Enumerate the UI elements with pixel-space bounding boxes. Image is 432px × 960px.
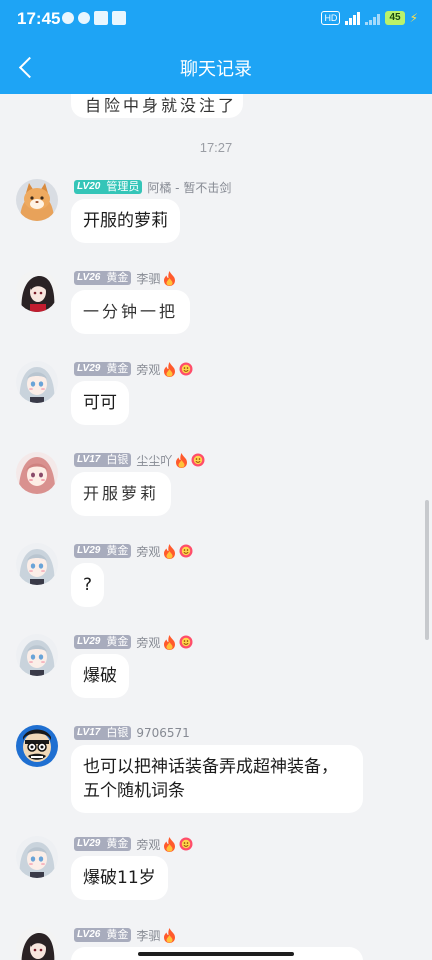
notification-icon xyxy=(78,12,90,24)
message-meta: LV26 黄金 李驷 xyxy=(74,927,176,943)
sender-nickname[interactable]: 旁观 xyxy=(136,634,160,651)
home-indicator[interactable] xyxy=(138,952,294,956)
user-avatar[interactable] xyxy=(16,927,58,960)
rank-badge: 黄金 xyxy=(103,544,132,558)
fire-icon xyxy=(163,362,176,377)
sender-nickname[interactable]: 尘尘吖 xyxy=(136,452,172,469)
message-meta: LV17 白银 9706571 xyxy=(74,725,190,741)
message-bubble[interactable]: 一分钟一把 xyxy=(71,290,191,334)
message-bubble[interactable]: 开服的萝莉 xyxy=(71,199,180,243)
rank-badge: 黄金 xyxy=(103,635,132,649)
message-meta: LV29 黄金 旁观 xyxy=(74,836,193,852)
sender-nickname[interactable]: 李驷 xyxy=(136,927,160,944)
signal-icon xyxy=(365,12,381,25)
message-meta: LV29 黄金 旁观 xyxy=(74,361,193,377)
status-bar: 17:45 HD 45 ⚡ xyxy=(0,0,432,40)
level-badge: LV29 xyxy=(74,544,104,558)
status-system-icons: HD 45 ⚡ xyxy=(321,11,418,25)
network-type-icon: HD xyxy=(321,11,341,25)
level-badge: LV26 xyxy=(74,271,104,285)
fire-icon xyxy=(163,928,176,943)
fire-icon xyxy=(163,544,176,559)
message-meta: LV26 黄金 李驷 xyxy=(74,270,176,286)
user-avatar[interactable] xyxy=(16,179,58,221)
level-badge: LV17 xyxy=(74,726,104,740)
battery-icon: 45 xyxy=(385,11,405,25)
fire-icon xyxy=(175,453,188,468)
level-badge: LV29 xyxy=(74,635,104,649)
level-badge: LV26 xyxy=(74,928,104,942)
signal-icon xyxy=(345,11,361,25)
charging-icon: ⚡ xyxy=(409,11,418,25)
fire-icon xyxy=(163,271,176,286)
emoji-badge-icon xyxy=(179,362,193,376)
message-bubble[interactable]: 自险中身就没注了 xyxy=(71,94,243,118)
rank-badge: 管理员 xyxy=(103,180,143,194)
rank-badge: 白银 xyxy=(103,453,132,467)
chat-history-list[interactable]: 自险中身就没注了 17:27 LV20 管理员 阿橘 - 暂不击剑 开服的萝莉 … xyxy=(0,94,432,960)
level-badge: LV20 xyxy=(74,180,104,194)
sender-nickname[interactable]: 旁观 xyxy=(136,836,160,853)
app-notification-icon xyxy=(94,11,108,25)
notification-icon xyxy=(62,12,74,24)
user-avatar[interactable] xyxy=(16,270,58,312)
message-timestamp: 17:27 xyxy=(199,140,233,155)
status-notification-icons xyxy=(62,11,126,25)
rank-badge: 黄金 xyxy=(103,837,132,851)
status-time: 17:45 xyxy=(17,9,61,28)
message-meta: LV29 黄金 旁观 xyxy=(74,634,193,650)
sender-nickname[interactable]: 阿橘 - 暂不击剑 xyxy=(147,179,231,196)
level-badge: LV17 xyxy=(74,453,104,467)
sender-nickname[interactable]: 李驷 xyxy=(136,270,160,287)
sender-nickname[interactable]: 9706571 xyxy=(136,726,189,740)
user-avatar[interactable] xyxy=(16,543,58,585)
page-title: 聊天记录 xyxy=(180,59,252,80)
level-badge: LV29 xyxy=(74,362,104,376)
user-avatar[interactable] xyxy=(16,836,58,878)
fire-icon xyxy=(163,635,176,650)
rank-badge: 白银 xyxy=(103,726,132,740)
emoji-badge-icon xyxy=(179,635,193,649)
sender-nickname[interactable]: 旁观 xyxy=(136,543,160,560)
message-bubble[interactable]: 可可 xyxy=(71,381,129,425)
emoji-badge-icon xyxy=(191,453,205,467)
emoji-badge-icon xyxy=(179,837,193,851)
user-avatar[interactable] xyxy=(16,361,58,403)
user-avatar[interactable] xyxy=(16,452,58,494)
user-avatar[interactable] xyxy=(16,725,58,767)
message-meta: LV29 黄金 旁观 xyxy=(74,543,193,559)
message-bubble[interactable]: 爆破11岁 xyxy=(71,856,168,900)
message-bubble[interactable]: 也可以把神话装备弄成超神装备，五个随机词条 xyxy=(71,745,363,813)
nav-bar: 聊天记录 xyxy=(0,40,432,94)
message-meta: LV20 管理员 阿橘 - 暂不击剑 xyxy=(74,179,231,195)
fire-icon xyxy=(163,837,176,852)
message-bubble[interactable]: ? xyxy=(71,563,105,607)
app-notification-icon xyxy=(112,11,126,25)
rank-badge: 黄金 xyxy=(103,362,132,376)
scrollbar[interactable] xyxy=(425,500,429,640)
level-badge: LV29 xyxy=(74,837,104,851)
rank-badge: 黄金 xyxy=(103,928,132,942)
sender-nickname[interactable]: 旁观 xyxy=(136,361,160,378)
message-text: 自险中身就没注了 xyxy=(85,96,238,115)
message-bubble[interactable]: 开服萝莉 xyxy=(71,472,172,516)
emoji-badge-icon xyxy=(179,544,193,558)
message-meta: LV17 白银 尘尘吖 xyxy=(74,452,205,468)
rank-badge: 黄金 xyxy=(103,271,132,285)
message-bubble[interactable]: 爆破 xyxy=(71,654,129,698)
user-avatar[interactable] xyxy=(16,634,58,676)
